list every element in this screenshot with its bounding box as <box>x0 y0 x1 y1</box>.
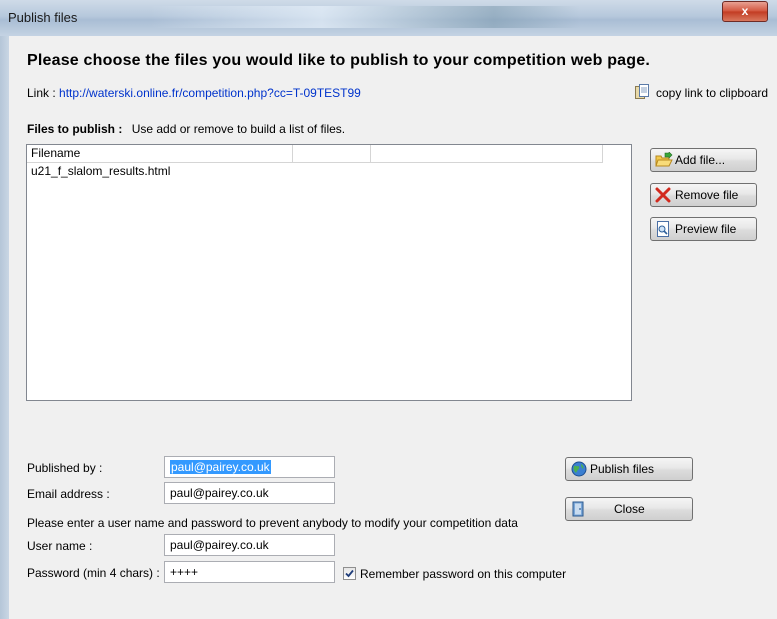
password-field[interactable]: ++++ <box>164 561 335 583</box>
username-label: User name : <box>27 539 93 553</box>
published-by-field[interactable]: paul@pairey.co.uk <box>164 456 335 478</box>
dialog-heading: Please choose the files you would like t… <box>27 52 651 69</box>
window-close-button[interactable]: x <box>722 1 768 22</box>
published-by-label: Published by : <box>27 461 103 475</box>
column-header-filename[interactable]: Filename <box>27 145 293 162</box>
files-section-label: Files to publish : <box>27 122 123 136</box>
close-button[interactable]: Close <box>565 497 693 521</box>
email-label: Email address : <box>27 487 110 501</box>
publish-files-button[interactable]: Publish files <box>565 457 693 481</box>
copy-clipboard-icon[interactable] <box>635 84 649 100</box>
exit-door-icon <box>572 501 584 517</box>
email-field[interactable]: paul@pairey.co.uk <box>164 482 335 504</box>
remember-password-label[interactable]: Remember password on this computer <box>360 567 566 581</box>
window-left-border <box>0 36 9 619</box>
list-item[interactable]: u21_f_slalom_results.html <box>31 164 170 178</box>
folder-open-icon <box>655 152 673 167</box>
dialog-client-area: Please choose the files you would like t… <box>9 36 777 619</box>
title-bar-glow <box>150 6 580 28</box>
credentials-note: Please enter a user name and password to… <box>27 516 518 530</box>
link-label: Link : <box>27 86 56 100</box>
column-header-3[interactable] <box>371 145 603 162</box>
files-section-row: Files to publish : Use add or remove to … <box>27 122 345 136</box>
red-x-icon <box>655 187 671 203</box>
close-label: Close <box>614 502 645 516</box>
password-label: Password (min 4 chars) : <box>27 566 160 580</box>
add-file-label: Add file... <box>675 153 726 167</box>
close-icon: x <box>741 4 749 18</box>
remember-password-checkbox[interactable] <box>343 567 356 580</box>
published-by-value: paul@pairey.co.uk <box>170 460 271 474</box>
publish-files-label: Publish files <box>590 462 655 476</box>
publish-files-window: Publish files x Please choose the files … <box>0 0 777 619</box>
preview-file-label: Preview file <box>675 222 737 236</box>
preview-document-icon <box>657 221 669 237</box>
competition-url-link[interactable]: http://waterski.online.fr/competition.ph… <box>59 86 361 100</box>
username-field[interactable]: paul@pairey.co.uk <box>164 534 335 556</box>
files-list[interactable]: Filename u21_f_slalom_results.html <box>26 144 632 401</box>
column-header-2[interactable] <box>293 145 371 162</box>
globe-icon <box>571 461 587 477</box>
window-title: Publish files <box>8 10 78 25</box>
remove-file-label: Remove file <box>675 188 739 202</box>
checkmark-icon <box>345 569 354 578</box>
link-row: Link : http://waterski.online.fr/competi… <box>27 86 361 100</box>
files-hint: Use add or remove to build a list of fil… <box>131 122 346 136</box>
list-header: Filename <box>27 145 603 163</box>
title-bar[interactable]: Publish files x <box>0 0 777 36</box>
copy-link-label[interactable]: copy link to clipboard <box>656 86 768 100</box>
preview-file-button[interactable]: Preview file <box>650 217 757 241</box>
add-file-button[interactable]: Add file... <box>650 148 757 172</box>
remove-file-button[interactable]: Remove file <box>650 183 757 207</box>
